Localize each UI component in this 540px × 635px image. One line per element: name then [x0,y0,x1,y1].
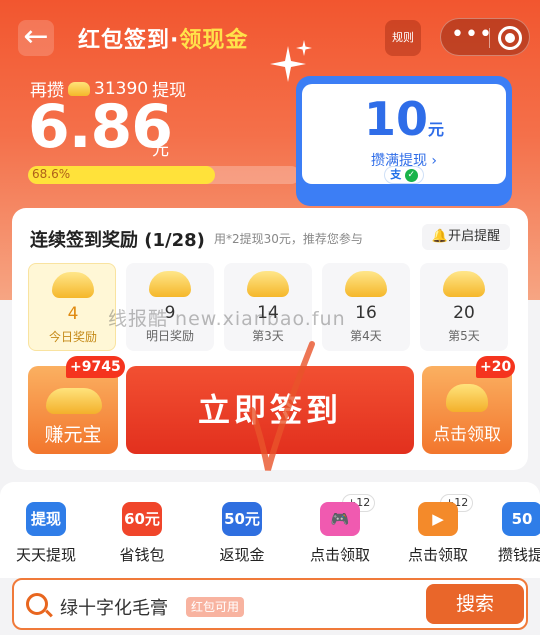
game-icon: 🎮 [320,502,360,536]
cash-amount: 6.86 [28,92,173,162]
day-value: 20 [453,303,475,323]
ingot-pile-icon [46,388,102,414]
claim-badge: +20 [476,356,516,378]
earn-ingots-button[interactable]: +9745 赚元宝 [28,356,125,454]
claim-label: 点击领取 [433,425,501,445]
watermark-text: 线报酷 new.xianbao.fun [108,308,346,330]
withdraw-card[interactable]: 10元 攒满提现 › [296,76,512,206]
earn-badge: +9745 [66,356,125,378]
tool-label: 返现金 [219,546,265,564]
tool-label: 攒钱提 [498,546,540,564]
page-title: 红包签到·领现金 [78,22,248,54]
more-dots-icon[interactable]: ••• [451,23,492,51]
check-mark-icon [249,341,315,471]
coupon-icon: 50 [502,502,540,536]
ingot-icon [443,271,485,297]
checkin-title: 连续签到奖励 (1/28) [30,230,205,251]
earn-label: 赚元宝 [44,424,102,446]
tools-row: 提现 天天提现 60元 省钱包 50元 返现金 +12 🎮 点击领取 +12 ▶ 点击领取 5… [0,482,540,578]
rules-button[interactable]: 规则 [385,20,421,56]
checkin-subtitle: 用*2提现30元，推荐您参与 [214,232,363,246]
target-circle-icon[interactable] [498,26,522,50]
sparkle-small-icon [296,40,312,56]
payment-methods-badge: 支 ✓ [384,166,424,184]
search-bar: 绿十字化毛膏 红包可用 搜索 [12,578,528,630]
red-packet-icon: 60元 [122,502,162,536]
capsule-divider [489,28,490,48]
tool-saving-wallet[interactable]: 60元省钱包 [100,492,184,572]
ingot-icon [247,271,289,297]
cash-unit: 元 [152,140,169,160]
tool-label: 省钱包 [119,546,165,564]
tool-game-claim[interactable]: +12 🎮 点击领取 [298,492,382,572]
day-card-1: 4 今日奖励 [28,263,116,351]
day-label: 今日奖励 [48,330,97,344]
tool-save-withdraw[interactable]: 50 攒钱提 [486,492,540,572]
title-highlight: 领现金 [179,28,249,53]
tool-label: 点击领取 [309,546,370,564]
day-card-5: 20 第5天 [420,263,508,351]
ingot-icon [345,271,387,297]
wechat-pay-icon: ✓ [404,168,418,182]
tool-label: 天天提现 [15,546,76,564]
search-input[interactable]: 绿十字化毛膏 [60,594,168,620]
withdraw-amount: 10元 [302,92,506,146]
mini-program-capsule: ••• [440,18,530,56]
withdraw-amount-unit: 元 [428,120,445,139]
day-value: 4 [67,304,79,324]
withdraw-icon: 提现 [26,502,66,536]
coupon-icon: 50元 [222,502,262,536]
arrow-left-icon: ← [23,19,49,54]
ingot-icon [446,384,488,412]
search-button[interactable]: 搜索 [426,584,524,624]
title-main: 红包签到· [78,28,180,53]
bell-icon: 🔔 [431,229,449,244]
withdraw-progress-bar: 68.6% [28,166,300,184]
alipay-icon: 支 [390,168,402,181]
ingot-icon [52,272,94,298]
back-button[interactable]: ← [18,20,54,56]
day-label: 第5天 [448,329,480,343]
claim-reward-button[interactable]: +20 点击领取 [422,356,516,454]
tool-label: 点击领取 [407,546,468,564]
withdraw-amount-value: 10 [363,92,428,146]
enable-reminder-button[interactable]: 🔔开启提醒 [422,224,510,250]
red-packet-usable-tag: 红包可用 [186,597,245,617]
tool-daily-withdraw[interactable]: 提现 天天提现 [4,492,88,572]
video-icon: ▶ [418,502,458,536]
ingot-icon [149,271,191,297]
progress-text: 68.6% [32,167,71,181]
reminder-label: 开启提醒 [448,229,501,244]
tool-video-claim[interactable]: +12 ▶ 点击领取 [396,492,480,572]
tool-cashback[interactable]: 50元返现金 [200,492,284,572]
search-icon [26,593,48,615]
